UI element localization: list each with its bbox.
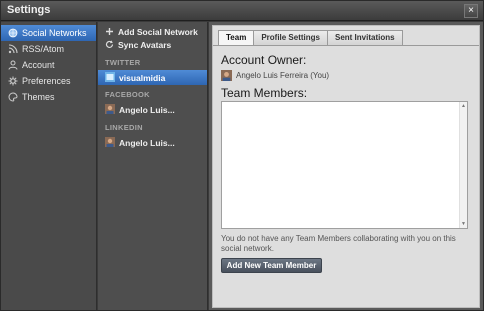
scroll-down-icon[interactable]: ▼ (461, 221, 466, 227)
nav-item-account[interactable]: Account (1, 57, 96, 73)
sync-avatars-button[interactable]: Sync Avatars (98, 39, 207, 52)
team-panel: Team Profile Settings Sent Invitations A… (212, 25, 480, 308)
tab-team[interactable]: Team (218, 30, 255, 45)
user-icon (8, 60, 18, 70)
rss-icon (8, 44, 18, 54)
group-header-facebook: FACEBOOK (105, 90, 150, 99)
avatar-icon (221, 70, 232, 81)
account-item-facebook[interactable]: Angelo Luis... (98, 102, 207, 117)
avatar-icon (105, 137, 115, 147)
tab-bar: Team Profile Settings Sent Invitations (218, 30, 403, 45)
plus-icon (106, 28, 113, 35)
nav-item-social-networks[interactable]: Social Networks (1, 25, 96, 41)
owner-name: Angelo Luis Ferreira (You) (236, 71, 330, 80)
nav-item-preferences[interactable]: Preferences (1, 73, 96, 89)
network-list: Add Social Network Sync Avatars TWITTER … (98, 22, 208, 310)
add-social-network-button[interactable]: Add Social Network (98, 26, 207, 39)
tab-profile-settings[interactable]: Profile Settings (253, 30, 328, 45)
globe-icon (8, 28, 18, 38)
avatar-icon (105, 104, 115, 114)
account-item-twitter[interactable]: visualmidia (98, 70, 207, 85)
title-bar: Settings × (1, 1, 483, 21)
settings-nav: Social Networks RSS/Atom Account Prefere… (1, 22, 97, 310)
team-members-heading: Team Members: (221, 86, 308, 100)
nav-item-rss-atom[interactable]: RSS/Atom (1, 41, 96, 57)
group-header-linkedin: LINKEDIN (105, 123, 143, 132)
tab-divider (213, 45, 479, 46)
twitter-avatar-icon (105, 72, 115, 82)
window-title: Settings (7, 4, 51, 16)
empty-members-message: You do not have any Team Members collabo… (221, 234, 456, 253)
group-header-twitter: TWITTER (105, 58, 141, 67)
settings-window: Settings × Social Networks RSS/Atom Acco… (0, 0, 484, 311)
account-owner-heading: Account Owner: (221, 53, 307, 67)
gear-icon (8, 76, 18, 86)
team-members-list[interactable]: ▲ ▼ (221, 101, 468, 229)
account-item-linkedin[interactable]: Angelo Luis... (98, 135, 207, 150)
sync-icon (105, 40, 114, 48)
detail-area: Team Profile Settings Sent Invitations A… (209, 22, 483, 310)
list-scrollbar[interactable]: ▲ ▼ (459, 102, 467, 228)
palette-icon (8, 92, 18, 102)
tab-sent-invitations[interactable]: Sent Invitations (327, 30, 403, 45)
add-team-member-button[interactable]: Add New Team Member (221, 258, 322, 273)
close-button[interactable]: × (464, 4, 478, 18)
nav-item-themes[interactable]: Themes (1, 89, 96, 105)
scroll-up-icon[interactable]: ▲ (461, 103, 466, 109)
